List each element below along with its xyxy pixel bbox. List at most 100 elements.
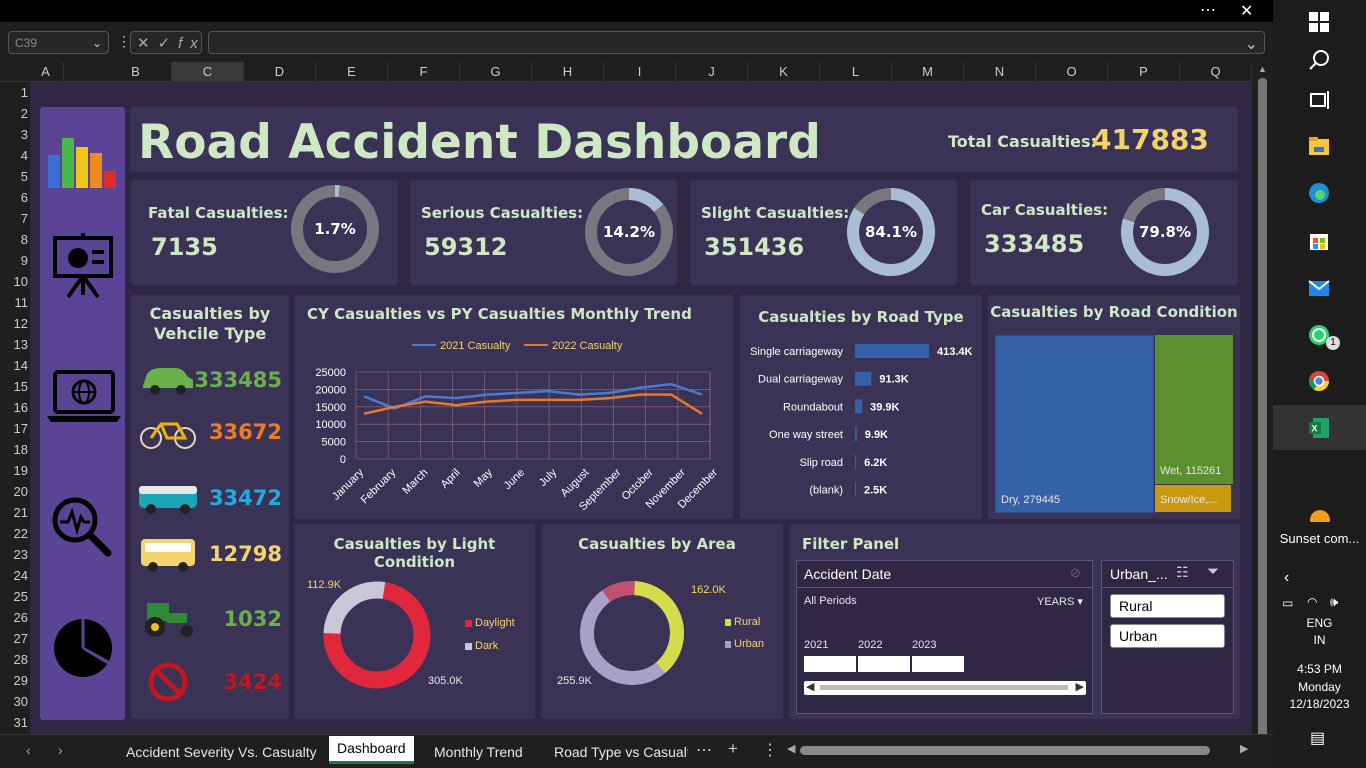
microsoft-store-icon[interactable] — [1307, 228, 1331, 252]
multi-select-icon[interactable]: ☷ — [1176, 564, 1189, 581]
column-header[interactable]: C — [172, 62, 244, 82]
tab-monthly-trend[interactable]: Monthly Trend — [426, 740, 531, 764]
tab-prev-icon[interactable]: ‹ — [26, 742, 31, 758]
column-header[interactable]: H — [532, 62, 604, 82]
timeline-scrollbar[interactable]: ◀ ▶ — [804, 681, 1086, 695]
row-header[interactable]: 22 — [0, 523, 28, 544]
row-header[interactable]: 28 — [0, 649, 28, 670]
column-header[interactable]: G — [460, 62, 532, 82]
column-header[interactable]: P — [1108, 62, 1180, 82]
column-header[interactable]: N — [964, 62, 1036, 82]
name-box[interactable]: C39 ⌄ — [8, 31, 109, 54]
horizontal-scrollbar[interactable] — [800, 746, 1210, 755]
column-header[interactable]: Q — [1180, 62, 1252, 82]
row-header[interactable]: 5 — [0, 166, 28, 187]
clear-filter-icon[interactable]: ⊘ — [1070, 565, 1081, 581]
row-header[interactable]: 21 — [0, 502, 28, 523]
row-header[interactable]: 2 — [0, 103, 28, 124]
tab-accident-severity[interactable]: Accident Severity Vs. Casualty — [118, 740, 325, 764]
slicer-option-rural[interactable]: Rural — [1110, 594, 1225, 618]
show-hidden-icons[interactable]: ‹ — [1284, 569, 1289, 587]
timeline-bar-2021[interactable] — [804, 656, 856, 672]
row-header[interactable]: 12 — [0, 313, 28, 334]
more-tabs-icon[interactable]: ⋯ — [696, 740, 712, 760]
row-header[interactable]: 10 — [0, 271, 28, 292]
row-header[interactable]: 30 — [0, 691, 28, 712]
timeline-bar-2023[interactable] — [912, 656, 964, 672]
row-header[interactable]: 27 — [0, 628, 28, 649]
weather-text[interactable]: Sunset com... — [1273, 531, 1366, 546]
clock-time[interactable]: 4:53 PM — [1273, 662, 1366, 676]
row-header[interactable]: 17 — [0, 418, 28, 439]
lang-in[interactable]: IN — [1273, 633, 1366, 647]
edge-icon[interactable] — [1307, 181, 1331, 205]
column-header[interactable]: L — [820, 62, 892, 82]
clear-filter-icon-2[interactable]: ⏷ — [1207, 563, 1219, 580]
row-header[interactable]: 1 — [0, 82, 28, 103]
lang-eng[interactable]: ENG — [1273, 616, 1366, 630]
row-header[interactable]: 4 — [0, 145, 28, 166]
sheet-options-icon[interactable]: ⋮ — [762, 740, 778, 760]
column-header[interactable]: J — [676, 62, 748, 82]
hscroll-left-icon[interactable]: ◀ — [787, 742, 795, 755]
search-icon[interactable] — [1307, 48, 1331, 72]
row-header[interactable]: 9 — [0, 250, 28, 271]
battery-icon[interactable]: ▭ — [1282, 596, 1293, 610]
row-header[interactable]: 11 — [0, 292, 29, 313]
column-header[interactable]: A — [28, 62, 64, 82]
column-header[interactable]: K — [748, 62, 820, 82]
row-header[interactable]: 14 — [0, 355, 28, 376]
tab-next-icon[interactable]: › — [58, 742, 63, 758]
row-header[interactable]: 26 — [0, 607, 28, 628]
file-explorer-icon[interactable] — [1307, 134, 1331, 158]
clock-date[interactable]: 12/18/2023 — [1273, 697, 1366, 711]
column-header[interactable]: F — [388, 62, 460, 82]
tab-dashboard[interactable]: Dashboard — [329, 736, 414, 764]
weather-sunset-icon[interactable] — [1307, 506, 1333, 532]
row-header[interactable]: 18 — [0, 439, 28, 460]
column-header[interactable]: M — [892, 62, 964, 82]
row-header[interactable]: 20 — [0, 481, 28, 502]
row-header[interactable]: 31 — [0, 712, 28, 733]
timeline-bar-2022[interactable] — [858, 656, 910, 672]
row-header[interactable]: 7 — [0, 208, 28, 229]
row-header[interactable]: 24 — [0, 565, 28, 586]
column-header[interactable]: B — [100, 62, 172, 82]
slicer-option-urban[interactable]: Urban — [1110, 624, 1225, 648]
row-header[interactable]: 15 — [0, 376, 28, 397]
column-headers: A BCDEFGHIJKLMNOPQ — [0, 62, 1252, 82]
column-header[interactable]: I — [604, 62, 676, 82]
column-header[interactable]: D — [244, 62, 316, 82]
more-options-icon[interactable]: ⋯ — [1200, 0, 1216, 20]
excel-icon[interactable]: X — [1307, 416, 1331, 440]
row-header[interactable]: 3 — [0, 124, 28, 145]
row-header[interactable]: 16 — [0, 397, 28, 418]
mail-icon[interactable] — [1307, 276, 1331, 300]
chrome-icon[interactable] — [1307, 369, 1331, 393]
notifications-icon[interactable]: ▤ — [1310, 728, 1325, 748]
row-header[interactable]: 25 — [0, 586, 28, 607]
row-header[interactable]: 13 — [0, 334, 28, 355]
row-header[interactable]: 8 — [0, 229, 28, 250]
row-header[interactable]: 29 — [0, 670, 28, 691]
wifi-icon[interactable]: ◠ — [1307, 595, 1317, 609]
hscroll-right-icon[interactable]: ▶ — [1240, 742, 1248, 755]
formula-more-icon[interactable]: ⋮ — [117, 33, 131, 50]
vertical-scrollbar[interactable]: ▲ — [1253, 62, 1273, 758]
add-sheet-icon[interactable]: + — [728, 739, 738, 759]
clock-day[interactable]: Monday — [1273, 680, 1366, 694]
formula-input[interactable]: ⌄ — [208, 31, 1265, 54]
row-header[interactable]: 23 — [0, 544, 28, 565]
row-header[interactable]: 6 — [0, 187, 28, 208]
y-tick-label: 20000 — [315, 384, 346, 396]
task-view-icon[interactable] — [1307, 88, 1331, 112]
column-header[interactable]: O — [1036, 62, 1108, 82]
tab-road-type[interactable]: Road Type vs Casualty — [546, 740, 688, 764]
windows-start-icon[interactable] — [1307, 10, 1331, 34]
volume-icon[interactable]: 🕪 — [1330, 594, 1338, 610]
column-header[interactable]: E — [316, 62, 388, 82]
close-icon[interactable]: ✕ — [1240, 1, 1253, 21]
row-header[interactable]: 19 — [0, 460, 28, 481]
timeline-unit[interactable]: YEARS ▾ — [1037, 595, 1083, 608]
formula-buttons[interactable]: ✕✓fx — [130, 31, 202, 54]
